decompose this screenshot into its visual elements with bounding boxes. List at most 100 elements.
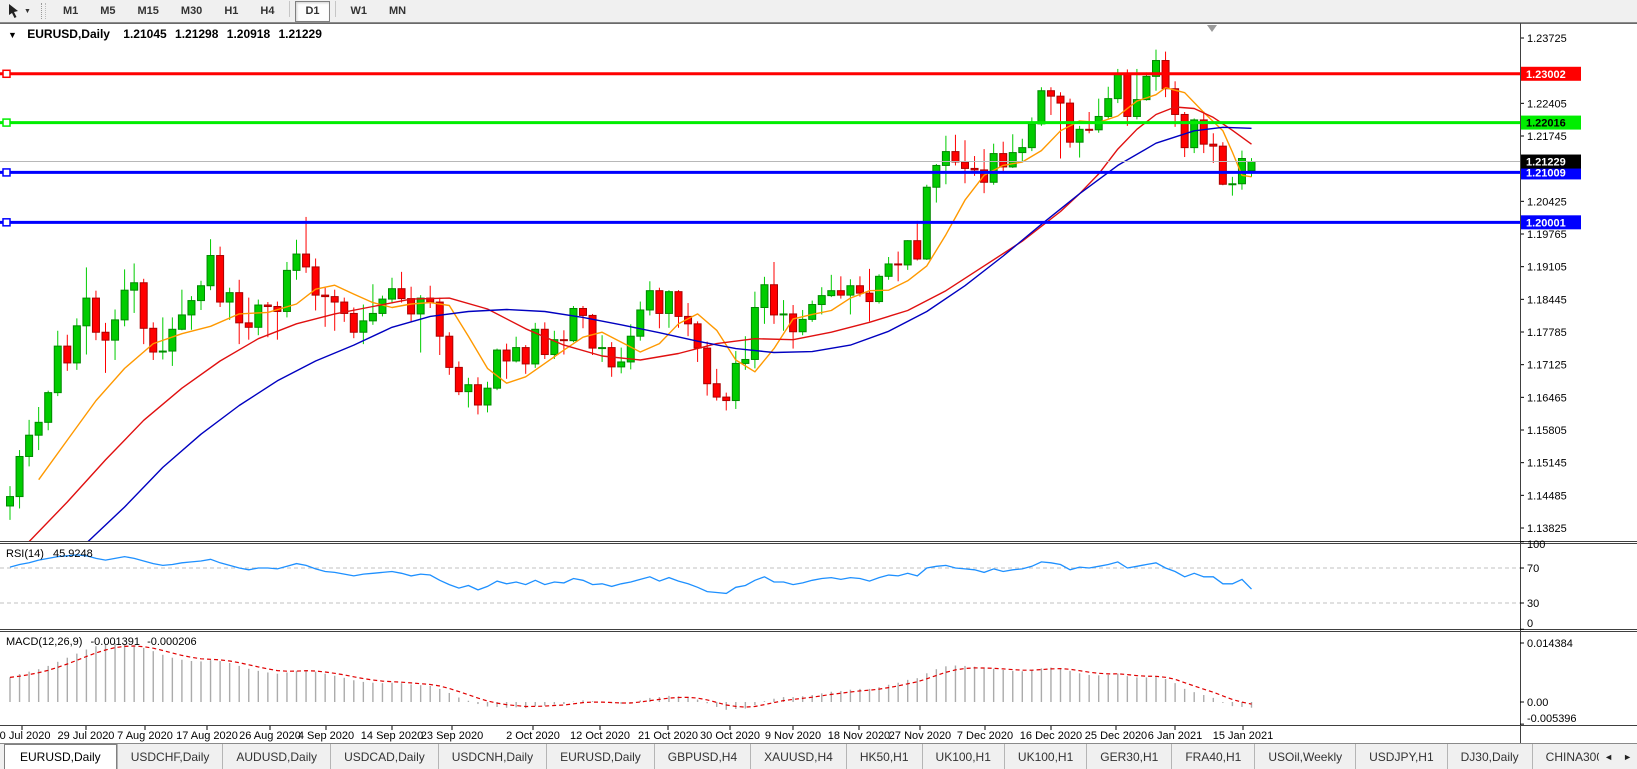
candle-body	[494, 350, 501, 388]
symbol-tab-usoil-weekly[interactable]: USOil,Weekly	[1254, 744, 1355, 769]
candle-body	[188, 301, 195, 315]
candle-body	[637, 310, 644, 336]
symbol-tab-uk100-h1[interactable]: UK100,H1	[922, 744, 1004, 769]
candle-body	[837, 291, 844, 295]
candle-body	[1057, 96, 1064, 103]
candle-body	[1086, 129, 1093, 130]
candle-body	[942, 152, 949, 166]
symbol-tab-eurusd-daily[interactable]: EURUSD,Daily	[546, 744, 654, 769]
candle	[217, 247, 224, 307]
candle-body	[16, 456, 23, 496]
symbol-tab-china300-h1[interactable]: CHINA300,H1	[1532, 744, 1600, 769]
candle-body	[799, 319, 806, 331]
candle-body	[847, 286, 854, 295]
rsi-current-value: 45.9248	[53, 548, 93, 560]
symbol-tab-usdcnh-daily[interactable]: USDCNH,Daily	[438, 744, 546, 769]
x-axis-label: 20 Jul 2020	[0, 730, 50, 742]
candle-body	[933, 165, 940, 187]
symbol-tab-usdchf-daily[interactable]: USDCHF,Daily	[117, 744, 223, 769]
symbol-tab-fra40-h1[interactable]: FRA40,H1	[1171, 744, 1254, 769]
timeframe-button-W1[interactable]: W1	[341, 1, 378, 22]
candle	[283, 262, 290, 317]
candle-body	[885, 264, 892, 276]
price-line-anchor[interactable]	[3, 219, 10, 226]
candle	[570, 306, 577, 342]
symbol-tab-hk50-h1[interactable]: HK50,H1	[846, 744, 922, 769]
timeframe-button-M30[interactable]: M30	[171, 1, 212, 22]
price-line-badge-label: 1.22016	[1526, 118, 1566, 130]
symbol-tab-gbpusd-h4[interactable]: GBPUSD,H4	[654, 744, 750, 769]
candle-body	[169, 329, 176, 351]
symbol-tab-audusd-daily[interactable]: AUDUSD,Daily	[222, 744, 330, 769]
x-axis-label: 14 Sep 2020	[361, 730, 423, 742]
cursor-icon[interactable]	[6, 3, 22, 19]
candle-body	[742, 359, 749, 363]
x-axis-label: 6 Jan 2021	[1148, 730, 1202, 742]
candle-body	[1114, 74, 1121, 98]
chart-title-high: 1.21298	[175, 27, 219, 41]
candle-body	[809, 305, 816, 320]
price-line-anchor[interactable]	[3, 119, 10, 126]
toolbar-separator	[289, 1, 290, 17]
x-axis-label: 29 Jul 2020	[58, 730, 115, 742]
symbol-tab-dj30-daily[interactable]: DJ30,Daily	[1447, 744, 1532, 769]
candle-body	[102, 332, 109, 340]
price-line-anchor[interactable]	[3, 169, 10, 176]
macd-axis-label: 0.014384	[1527, 638, 1573, 650]
candle-body	[665, 292, 672, 314]
candle-body	[73, 326, 80, 363]
candle-body	[580, 308, 587, 315]
candle-body	[484, 388, 491, 405]
candle-body	[990, 154, 997, 183]
y-axis-label: 1.16465	[1527, 392, 1567, 404]
chart-canvas[interactable]: 1.230021.220161.210091.200011.212291.237…	[0, 0, 1637, 743]
cursor-dropdown-icon[interactable]: ▼	[24, 8, 31, 15]
timeframe-button-H4[interactable]: H4	[250, 1, 284, 22]
candle-body	[198, 286, 205, 301]
candle-body	[895, 264, 902, 265]
candle-body	[914, 241, 921, 259]
timeframe-button-M1[interactable]: M1	[53, 1, 88, 22]
price-line-badge-label: 1.21009	[1526, 167, 1566, 179]
candle-body	[599, 348, 606, 349]
x-axis-label: 23 Sep 2020	[421, 730, 483, 742]
macd-signal-value: -0.000206	[147, 636, 197, 648]
candle-body	[646, 291, 653, 310]
candle	[1038, 87, 1045, 126]
candle-body	[217, 256, 224, 303]
tab-scroll-right-icon[interactable]: ►	[1618, 744, 1637, 769]
candle-body	[389, 289, 396, 299]
candle-body	[675, 292, 682, 317]
x-axis-label: 26 Aug 2020	[239, 730, 301, 742]
candle-body	[1028, 124, 1035, 148]
timeframe-button-MN[interactable]: MN	[379, 1, 416, 22]
toolbar-separator	[335, 1, 336, 17]
price-line-anchor[interactable]	[3, 70, 10, 77]
chart-title-close: 1.21229	[279, 27, 323, 41]
symbol-tab-eurusd-daily[interactable]: EURUSD,Daily	[4, 744, 117, 769]
timeframe-button-D1[interactable]: D1	[295, 1, 329, 22]
candle-body	[150, 328, 157, 352]
candle-body	[1105, 99, 1112, 117]
symbol-tab-usdcad-daily[interactable]: USDCAD,Daily	[330, 744, 438, 769]
candle-body	[54, 346, 61, 393]
symbol-tab-ger30-h1[interactable]: GER30,H1	[1086, 744, 1171, 769]
timeframe-button-M5[interactable]: M5	[90, 1, 125, 22]
symbol-tab-usdjpy-h1[interactable]: USDJPY,H1	[1355, 744, 1446, 769]
candle-body	[513, 348, 520, 361]
symbol-tab-uk100-h1[interactable]: UK100,H1	[1004, 744, 1086, 769]
rsi-axis-label: 70	[1527, 563, 1539, 575]
candle-body	[560, 340, 567, 341]
toolbar-grip-handle[interactable]	[41, 3, 46, 19]
tab-scroll-left-icon[interactable]: ◄	[1599, 744, 1618, 769]
top-toolbar: ▼ M1M5M15M30H1H4 D1 W1MN	[0, 0, 1637, 23]
candle-body	[1047, 91, 1054, 96]
candle-body	[618, 362, 625, 367]
rsi-axis-label: 30	[1527, 598, 1539, 610]
timeframe-button-M15[interactable]: M15	[128, 1, 169, 22]
timeframe-button-H1[interactable]: H1	[214, 1, 248, 22]
x-axis-label: 17 Aug 2020	[176, 730, 238, 742]
symbol-tab-xauusd-h4[interactable]: XAUUSD,H4	[750, 744, 846, 769]
candle-body	[761, 285, 768, 308]
x-axis-label: 7 Dec 2020	[957, 730, 1013, 742]
